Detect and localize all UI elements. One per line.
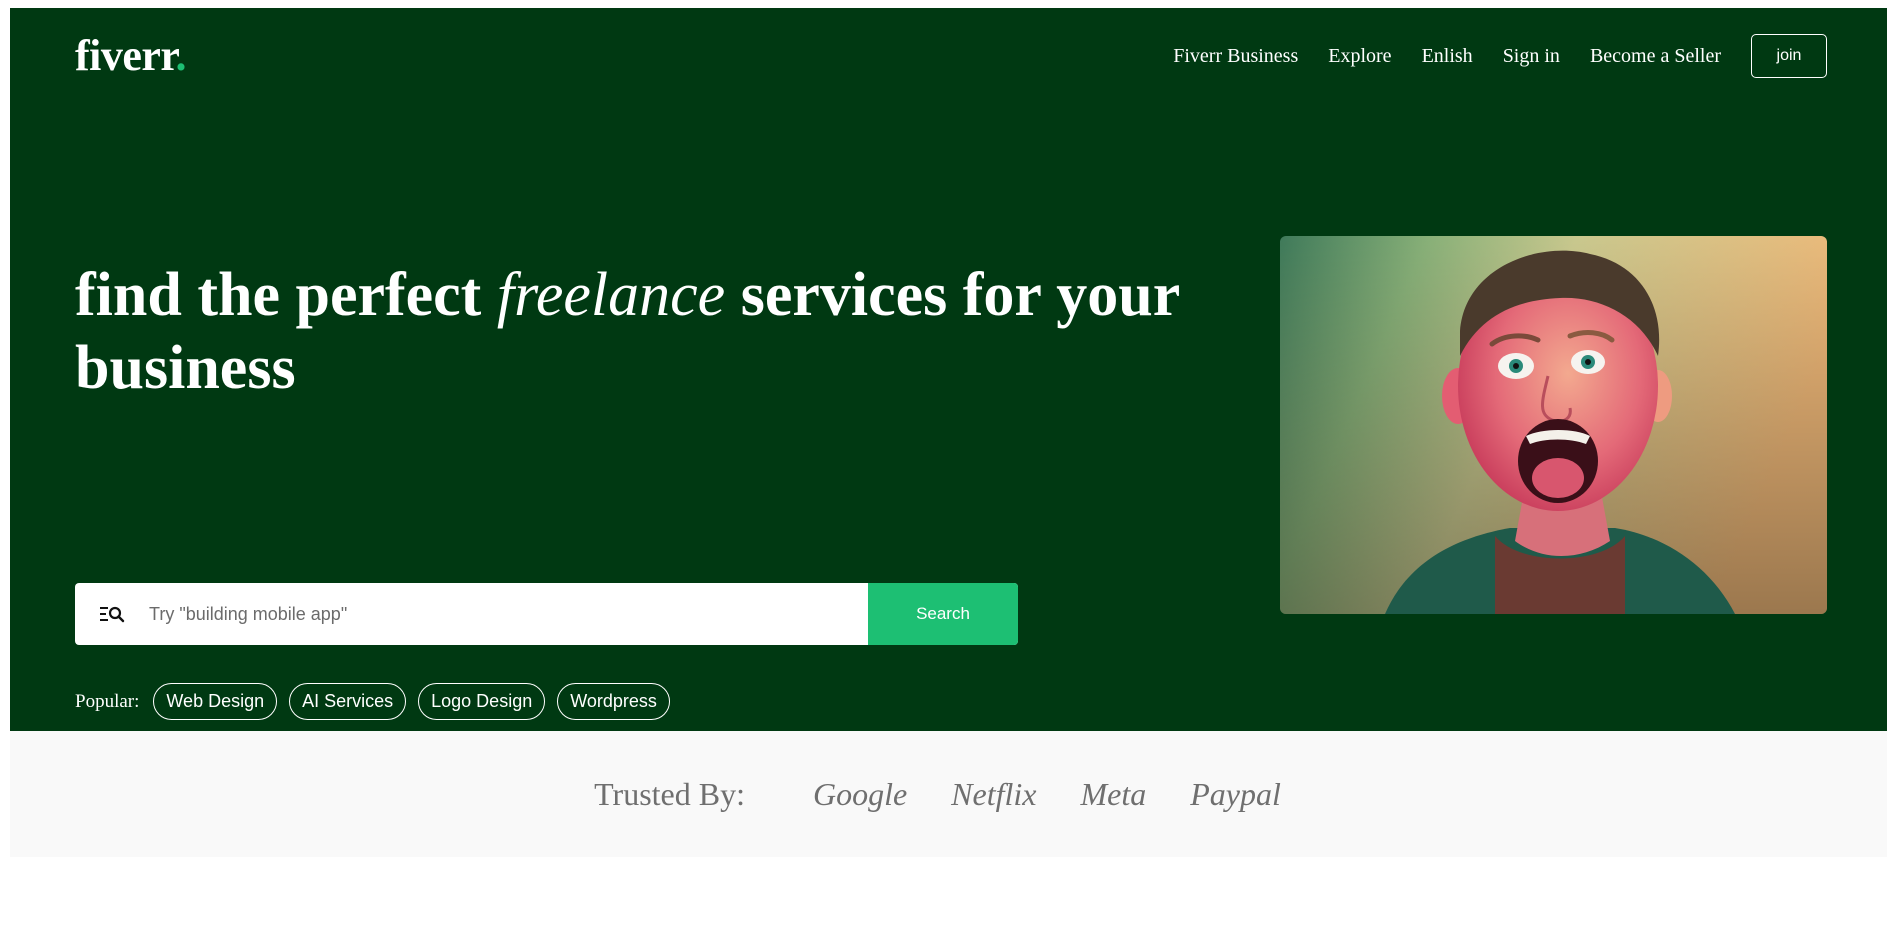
navbar: fiverr. Fiverr Business Explore Enlish S… [10, 8, 1887, 106]
tag-logo-design[interactable]: Logo Design [418, 683, 546, 720]
popular-label: Popular: [75, 690, 140, 712]
nav-link-become-seller[interactable]: Become a Seller [1590, 45, 1721, 68]
page: fiverr. Fiverr Business Explore Enlish S… [10, 8, 1887, 857]
search-button[interactable]: Search [868, 583, 1018, 645]
trusted-by-section: Trusted By: Google Netflix Meta Paypal [10, 731, 1887, 857]
fiverr-logo[interactable]: fiverr. [75, 34, 186, 78]
nav-link-sign-in[interactable]: Sign in [1503, 45, 1560, 68]
logo-dot: . [175, 31, 186, 80]
search-list-icon [75, 583, 149, 645]
nav-link-fiverr-business[interactable]: Fiverr Business [1173, 45, 1298, 68]
trusted-by-label: Trusted By: [594, 775, 745, 812]
headline-italic: freelance [496, 261, 726, 329]
brand-meta: Meta [1080, 775, 1147, 812]
brand-netflix: Netflix [951, 775, 1037, 812]
brand-paypal: Paypal [1190, 775, 1281, 812]
search-input[interactable] [149, 583, 868, 645]
join-button[interactable]: join [1751, 34, 1827, 78]
tag-ai-services[interactable]: AI Services [289, 683, 407, 720]
nav-links: Fiverr Business Explore Enlish Sign in B… [1143, 34, 1827, 78]
brand-google: Google [812, 775, 908, 812]
headline-part-1: find the perfect [75, 261, 497, 329]
tag-web-design[interactable]: Web Design [153, 683, 278, 720]
popular-tags: Popular: Web Design AI Services Logo Des… [75, 683, 682, 720]
search-bar: Search [75, 583, 1018, 645]
logo-text: fiverr [75, 31, 176, 80]
hero-section: find the perfect freelance services for … [10, 106, 1887, 731]
tag-wordpress[interactable]: Wordpress [557, 683, 670, 720]
hero-headline: find the perfect freelance services for … [75, 259, 1215, 405]
nav-link-explore[interactable]: Explore [1328, 45, 1391, 68]
nav-link-language[interactable]: Enlish [1422, 45, 1473, 68]
hero-image [1280, 236, 1827, 614]
